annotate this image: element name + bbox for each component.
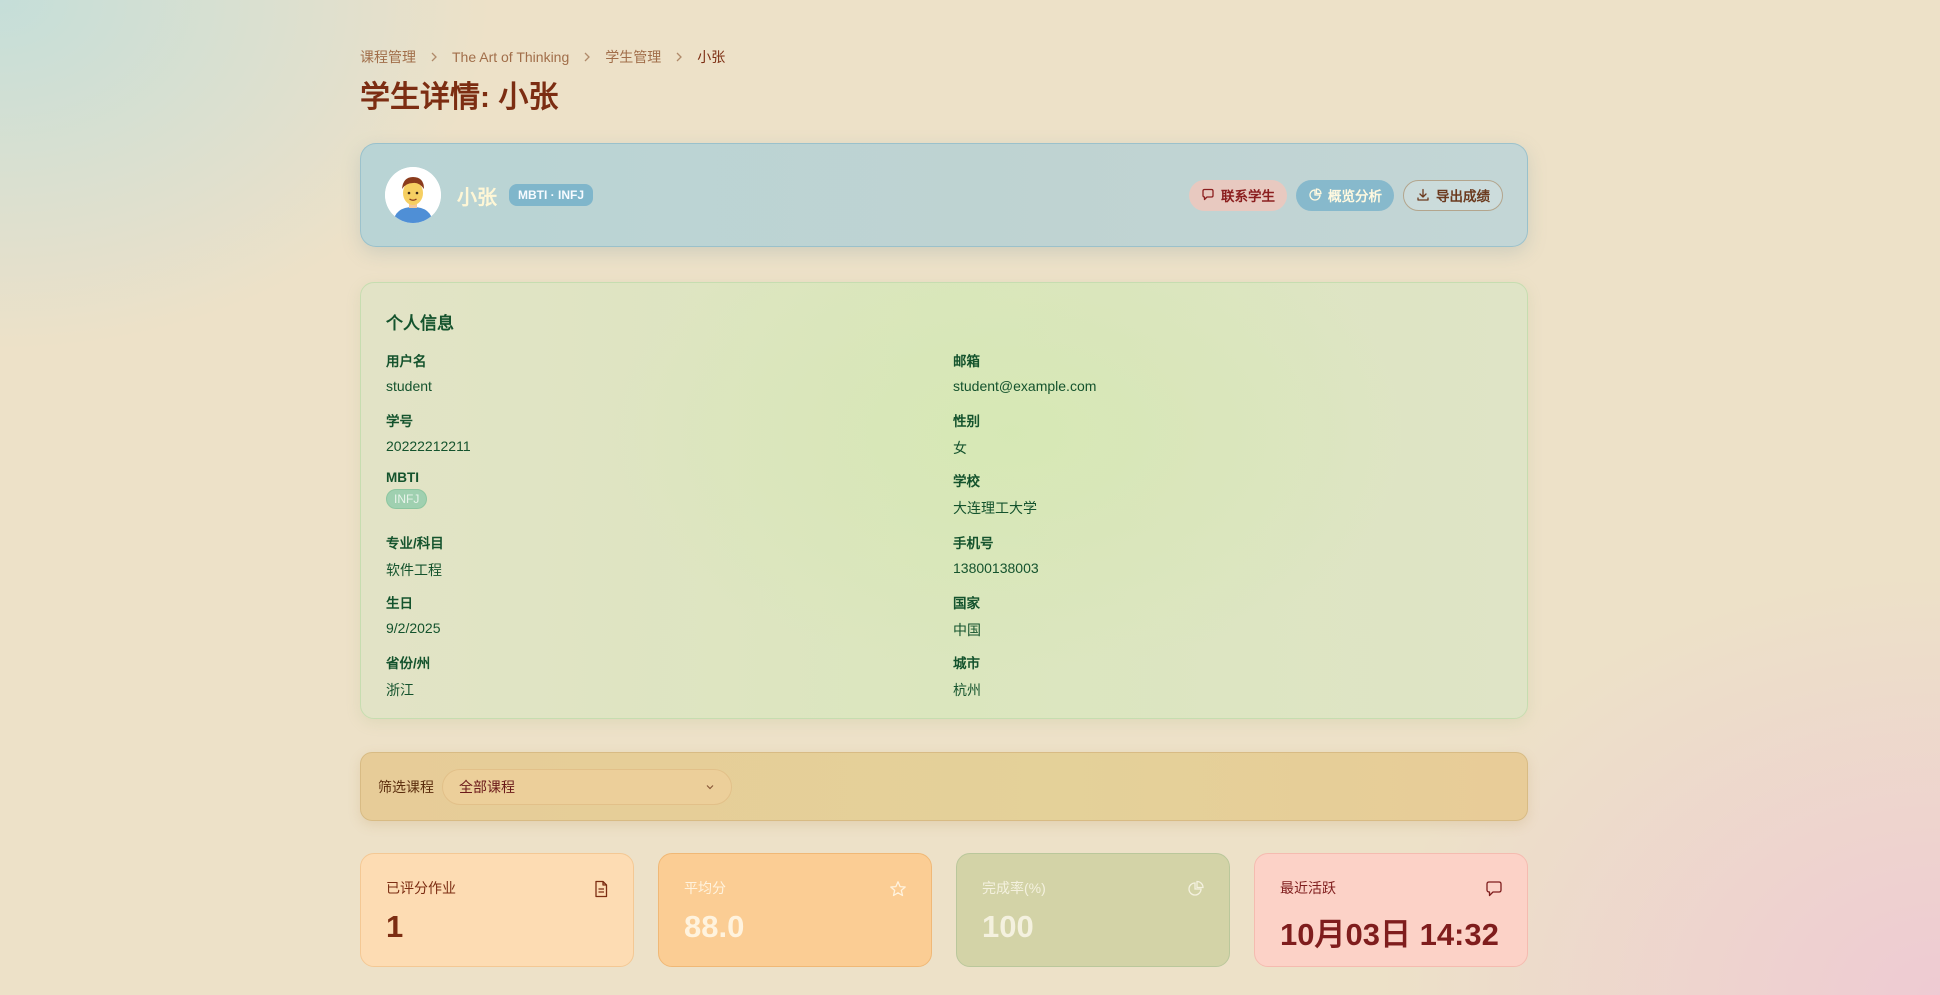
chat-icon xyxy=(1201,188,1215,202)
student-avatar-icon xyxy=(385,167,441,223)
field-city: 城市 杭州 xyxy=(953,652,1473,700)
breadcrumb: 课程管理 The Art of Thinking 学生管理 小张 xyxy=(360,47,725,67)
course-filter-card: 筛选课程 全部课程 xyxy=(360,752,1528,821)
field-province: 省份/州 浙江 xyxy=(386,652,906,700)
contact-student-label: 联系学生 xyxy=(1221,189,1275,204)
field-value: 9/2/2025 xyxy=(386,620,441,636)
stat-value: 88.0 xyxy=(684,909,745,944)
field-country: 国家 中国 xyxy=(953,592,1473,640)
breadcrumb-item-student-management[interactable]: 学生管理 xyxy=(605,47,661,67)
field-label: 用户名 xyxy=(386,354,427,369)
breadcrumb-current: 小张 xyxy=(697,49,726,65)
course-filter-select[interactable]: 全部课程 xyxy=(442,768,732,805)
field-label: 邮箱 xyxy=(953,354,980,369)
field-major: 专业/科目 软件工程 xyxy=(386,532,906,580)
mbti-pill: INFJ xyxy=(386,489,428,509)
student-name: 小张 xyxy=(457,186,497,209)
course-filter-label: 筛选课程 xyxy=(378,778,434,795)
overview-analysis-button[interactable]: 概览分析 xyxy=(1296,179,1394,211)
chevron-right-icon xyxy=(429,52,439,62)
field-label: 生日 xyxy=(386,596,413,611)
field-value: 浙江 xyxy=(386,682,414,698)
export-grades-button[interactable]: 导出成绩 xyxy=(1403,179,1503,211)
stat-card-average-score: 平均分 88.0 xyxy=(658,853,932,967)
field-birthday: 生日 9/2/2025 xyxy=(386,592,906,636)
field-value: student xyxy=(386,378,432,394)
header-actions: 联系学生 概览分析 导出成绩 xyxy=(1189,179,1503,211)
field-value: 女 xyxy=(953,440,967,456)
field-student-id: 学号 20222212211 xyxy=(386,410,906,454)
stat-label: 最近活跃 xyxy=(1280,880,1336,896)
stat-card-completion-rate: 完成率(%) 100 xyxy=(956,853,1230,967)
personal-info-title: 个人信息 xyxy=(386,314,454,333)
stat-label: 已评分作业 xyxy=(386,880,456,896)
stat-value: 10月03日 14:32 xyxy=(1280,917,1499,952)
stat-label: 平均分 xyxy=(684,880,726,896)
document-icon xyxy=(593,880,609,898)
field-label: 手机号 xyxy=(953,536,994,551)
field-label: 国家 xyxy=(953,596,980,611)
field-value: 大连理工大学 xyxy=(953,500,1037,516)
field-email: 邮箱 student@example.com xyxy=(953,350,1473,394)
field-label: 学校 xyxy=(953,474,980,489)
field-value: 杭州 xyxy=(953,682,981,698)
field-label: MBTI xyxy=(386,470,419,485)
field-school: 学校 大连理工大学 xyxy=(953,470,1473,518)
field-label: 专业/科目 xyxy=(386,536,444,551)
stat-value: 1 xyxy=(386,909,404,944)
student-header-card: 小张 MBTI · INFJ 联系学生 概览分析 导出成绩 xyxy=(360,143,1528,247)
chevron-down-icon xyxy=(705,782,715,792)
field-value: 13800138003 xyxy=(953,560,1039,576)
overview-analysis-label: 概览分析 xyxy=(1328,189,1382,204)
field-label: 学号 xyxy=(386,414,413,429)
field-label: 省份/州 xyxy=(386,656,431,671)
field-gender: 性别 女 xyxy=(953,410,1473,458)
chevron-right-icon xyxy=(582,52,592,62)
course-filter-selected: 全部课程 xyxy=(459,778,515,795)
download-icon xyxy=(1416,188,1430,202)
field-username: 用户名 student xyxy=(386,350,906,394)
star-icon xyxy=(889,880,907,898)
field-value: 软件工程 xyxy=(386,562,442,578)
field-value: 20222212211 xyxy=(386,438,471,454)
stat-value: 100 xyxy=(982,909,1034,944)
pie-chart-icon xyxy=(1187,880,1205,898)
chevron-right-icon xyxy=(674,52,684,62)
stat-label: 完成率(%) xyxy=(982,880,1046,896)
field-value: 中国 xyxy=(953,622,981,638)
stat-card-last-active: 最近活跃 10月03日 14:32 xyxy=(1254,853,1528,967)
field-phone: 手机号 13800138003 xyxy=(953,532,1473,576)
mbti-badge: MBTI · INFJ xyxy=(509,184,593,206)
field-label: 性别 xyxy=(953,414,980,429)
message-icon xyxy=(1485,880,1503,898)
personal-info-card: 个人信息 用户名 student 邮箱 student@example.com … xyxy=(360,282,1528,719)
breadcrumb-item-course[interactable]: The Art of Thinking xyxy=(452,49,569,65)
export-grades-label: 导出成绩 xyxy=(1436,189,1490,204)
breadcrumb-item-course-management[interactable]: 课程管理 xyxy=(360,47,416,67)
pie-chart-icon xyxy=(1308,188,1322,202)
page-title: 学生详情: 小张 xyxy=(360,81,559,114)
field-label: 城市 xyxy=(953,656,980,671)
contact-student-button[interactable]: 联系学生 xyxy=(1189,179,1287,211)
field-value: student@example.com xyxy=(953,378,1097,394)
stat-card-graded-assignments: 已评分作业 1 xyxy=(360,853,634,967)
field-mbti: MBTI INFJ xyxy=(386,470,906,509)
